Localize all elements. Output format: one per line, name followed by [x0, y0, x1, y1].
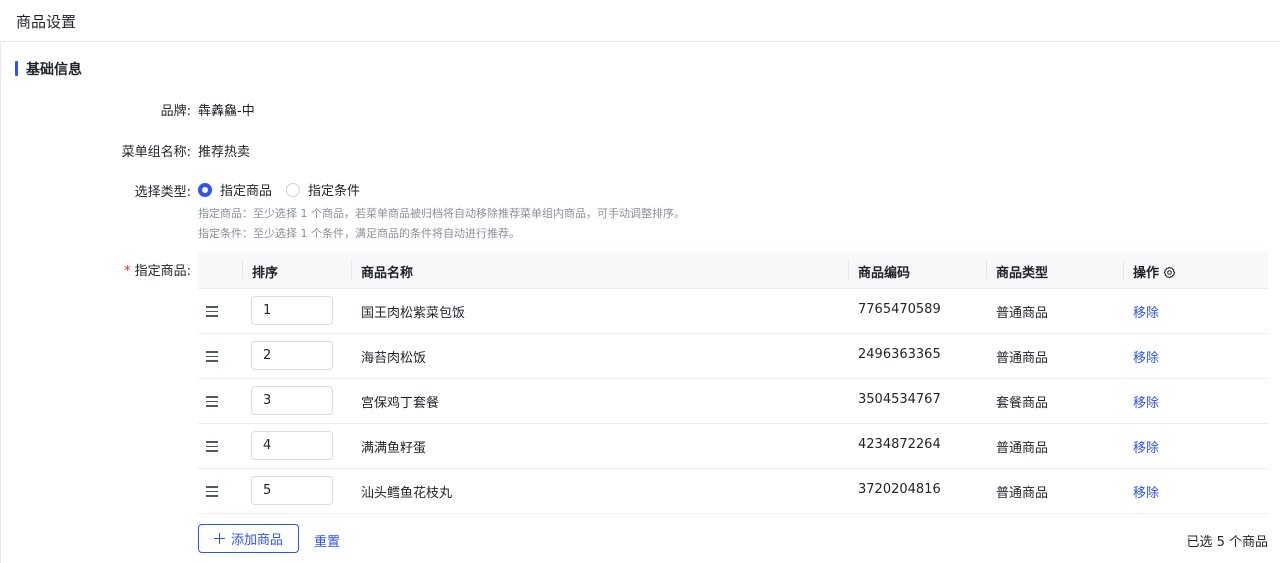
product-type: 普通商品: [996, 306, 1049, 321]
radio-label: 指定条件: [308, 184, 361, 199]
header-action: 操作: [1133, 262, 1176, 281]
drag-handle-icon[interactable]: [206, 441, 218, 452]
page-title: 商品设置: [16, 13, 77, 31]
table-row: 国王肉松紫菜包饭 7765470589 普通商品 移除: [198, 289, 1268, 334]
table-row: 满满鱼籽蛋 4234872264 普通商品 移除: [198, 424, 1268, 469]
product-type: 普通商品: [996, 441, 1049, 456]
products-label-text: 指定商品:: [134, 264, 191, 279]
product-name: 汕头鳕鱼花枝丸: [361, 486, 453, 501]
product-code: 3504534767: [858, 392, 941, 407]
products-label: * 指定商品:: [124, 260, 191, 279]
selected-count: 已选 5 个商品: [1186, 535, 1268, 550]
drag-handle-icon[interactable]: [206, 396, 218, 407]
plus-icon: [213, 533, 225, 544]
drag-handle-icon[interactable]: [206, 486, 218, 497]
menu-group-value: 推荐热卖: [198, 145, 251, 160]
header-name: 商品名称: [361, 266, 414, 281]
remove-link[interactable]: 移除: [1133, 302, 1159, 321]
product-table: 排序 商品名称 商品编码 商品类型 操作 国王肉松紫菜包饭 7765470589…: [198, 252, 1268, 514]
header-type: 商品类型: [996, 266, 1049, 281]
product-type: 普通商品: [996, 351, 1049, 366]
required-mark: *: [124, 264, 131, 279]
hint-specified-conditions: 指定条件：至少选择 1 个条件，满足商品的条件将自动进行推荐。: [198, 227, 520, 240]
remove-link[interactable]: 移除: [1133, 347, 1159, 366]
add-product-button[interactable]: 添加商品: [198, 524, 299, 553]
table-row: 海苔肉松饭 2496363365 普通商品 移除: [198, 334, 1268, 379]
order-input[interactable]: [251, 476, 333, 505]
section-title: 基础信息: [26, 62, 82, 78]
table-row: 汕头鳕鱼花枝丸 3720204816 普通商品 移除: [198, 469, 1268, 514]
brand-value: 犇羴鱻-中: [198, 104, 255, 119]
column-divider: [242, 261, 243, 279]
section-accent-bar: [15, 61, 18, 76]
left-border: [0, 42, 1, 563]
product-type: 套餐商品: [996, 396, 1049, 411]
radio-unchecked-icon[interactable]: [286, 182, 300, 197]
header-code: 商品编码: [858, 266, 911, 281]
order-input[interactable]: [251, 386, 333, 415]
remove-link[interactable]: 移除: [1133, 437, 1159, 456]
header-order: 排序: [252, 266, 279, 281]
add-product-label: 添加商品: [230, 533, 283, 548]
radio-label: 指定商品: [220, 184, 273, 199]
product-name: 海苔肉松饭: [361, 351, 427, 366]
select-type-label: 选择类型:: [134, 185, 191, 200]
page-header: 商品设置: [0, 0, 1280, 42]
product-code: 3720204816: [858, 482, 941, 497]
product-code: 4234872264: [858, 437, 941, 452]
column-divider: [848, 261, 849, 279]
table-header: 排序 商品名称 商品编码 商品类型 操作: [198, 252, 1268, 289]
reset-link[interactable]: 重置: [314, 531, 340, 550]
radio-specified-products[interactable]: 指定商品: [198, 180, 272, 199]
radio-checked-icon[interactable]: [198, 182, 212, 197]
product-type: 普通商品: [996, 486, 1049, 501]
product-name: 满满鱼籽蛋: [361, 441, 427, 456]
remove-link[interactable]: 移除: [1133, 392, 1159, 411]
remove-link[interactable]: 移除: [1133, 482, 1159, 501]
header-action-label: 操作: [1133, 266, 1160, 281]
product-code: 2496363365: [858, 347, 941, 362]
product-name: 宫保鸡丁套餐: [361, 396, 440, 411]
table-row: 宫保鸡丁套餐 3504534767 套餐商品 移除: [198, 379, 1268, 424]
gear-icon[interactable]: [1163, 266, 1176, 279]
product-name: 国王肉松紫菜包饭: [361, 306, 466, 321]
product-code: 7765470589: [858, 302, 941, 317]
column-divider: [986, 261, 987, 279]
brand-label: 品牌:: [160, 104, 191, 119]
radio-specified-conditions[interactable]: 指定条件: [286, 180, 360, 199]
order-input[interactable]: [251, 431, 333, 460]
column-divider: [351, 261, 352, 279]
order-input[interactable]: [251, 341, 333, 370]
drag-handle-icon[interactable]: [206, 306, 218, 317]
column-divider: [1123, 261, 1124, 279]
order-input[interactable]: [251, 296, 333, 325]
hint-specified-products: 指定商品：至少选择 1 个商品，若菜单商品被归档将自动移除推荐菜单组内商品，可手…: [198, 207, 685, 220]
menu-group-label: 菜单组名称:: [121, 145, 191, 160]
drag-handle-icon[interactable]: [206, 351, 218, 362]
